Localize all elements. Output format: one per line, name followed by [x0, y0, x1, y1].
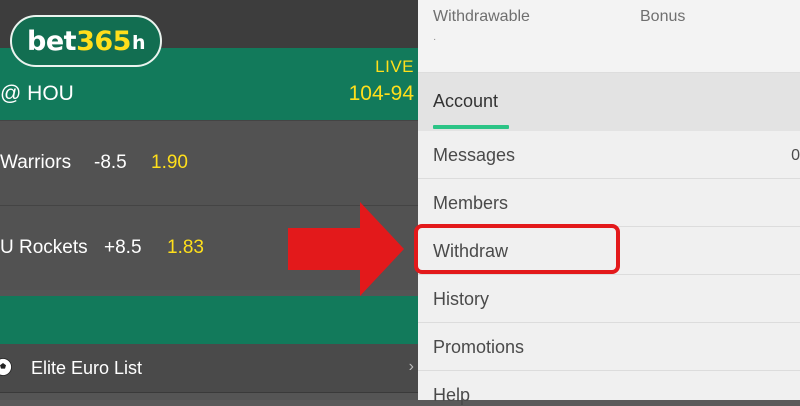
withdrawable-label: Withdrawable	[433, 8, 530, 25]
bonus-label: Bonus	[640, 8, 686, 25]
menu-item-label: Messages	[433, 145, 516, 165]
arrow-right-icon	[288, 202, 404, 296]
soccer-ball-icon	[0, 358, 12, 376]
account-panel: Withdrawable Bonus · Account Messages 0 …	[418, 0, 800, 405]
menu-item-label: Promotions	[433, 337, 525, 357]
menu-item-label: Help	[433, 385, 471, 405]
bet-line: -8.5	[94, 152, 127, 173]
live-badge: LIVE	[375, 57, 414, 76]
bet-odds[interactable]: 1.90	[151, 152, 188, 174]
menu-item-members[interactable]: Members	[418, 179, 800, 227]
menu-item-label: History	[433, 289, 490, 309]
chevron-right-icon: ›	[408, 358, 414, 375]
menu-item-label: Members	[433, 193, 509, 213]
sports-list-item[interactable]: Elite Euro List ›	[0, 344, 418, 393]
bet-row-warriors[interactable]: Warriors -8.5 1.90	[0, 120, 418, 205]
sports-list-label: Elite Euro List	[31, 358, 143, 378]
bet-team: U Rockets	[0, 237, 88, 258]
balance-placeholder: ·	[433, 34, 437, 45]
bet-line: +8.5	[104, 237, 142, 258]
brand-logo: bet 365 h	[10, 15, 162, 67]
menu-item-promotions[interactable]: Promotions	[418, 323, 800, 371]
bet-odds[interactable]: 1.83	[167, 237, 204, 259]
messages-count: 0	[791, 147, 800, 164]
menu-item-help[interactable]: Help	[418, 371, 800, 405]
section-divider	[0, 296, 418, 344]
menu-item-history[interactable]: History	[418, 275, 800, 323]
tab-account[interactable]: Account	[433, 91, 498, 112]
withdraw-highlight	[414, 224, 620, 274]
account-tabbar: Account	[418, 73, 800, 132]
balance-summary: Withdrawable Bonus ·	[418, 0, 800, 73]
menu-item-messages[interactable]: Messages 0	[418, 131, 800, 179]
match-score: 104-94	[348, 82, 414, 105]
active-tab-indicator	[433, 125, 509, 129]
match-teams: @ HOU	[0, 82, 74, 105]
bet-team: Warriors	[0, 152, 72, 173]
